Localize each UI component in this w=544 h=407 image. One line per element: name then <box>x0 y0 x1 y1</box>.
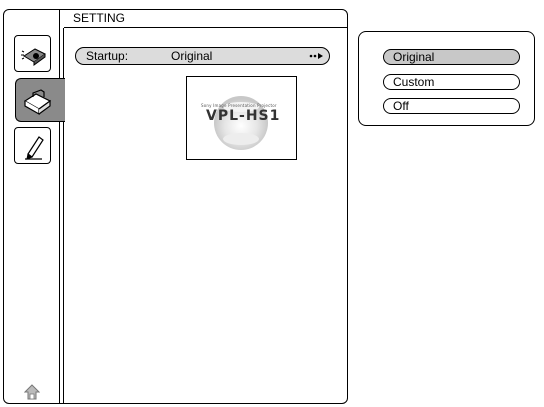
toolbox-icon <box>23 89 52 116</box>
tab-information[interactable] <box>14 127 51 164</box>
startup-value: Original <box>171 49 213 63</box>
preview-logo-text: VPL-HS1 <box>206 108 281 124</box>
pen-icon <box>25 136 44 160</box>
sidebar-divider <box>59 10 60 403</box>
startup-options-popup: Original Custom Off <box>358 31 535 126</box>
panel-title: SETTING <box>64 10 347 28</box>
projector-icon <box>21 48 46 66</box>
option-off[interactable]: Off <box>383 98 520 114</box>
tab-setting[interactable] <box>15 78 65 122</box>
startup-setting-row[interactable]: Startup: Original <box>75 47 330 65</box>
submenu-arrow-icon <box>309 53 323 59</box>
option-original[interactable]: Original <box>383 49 520 65</box>
option-custom[interactable]: Custom <box>383 74 520 90</box>
setting-panel: SETTING <box>3 9 348 404</box>
startup-label: Startup: <box>86 49 129 63</box>
startup-preview-image: Sony Image Presentation Projector VPL-HS… <box>186 76 297 160</box>
home-icon[interactable] <box>24 384 40 400</box>
tab-projector[interactable] <box>14 35 51 72</box>
